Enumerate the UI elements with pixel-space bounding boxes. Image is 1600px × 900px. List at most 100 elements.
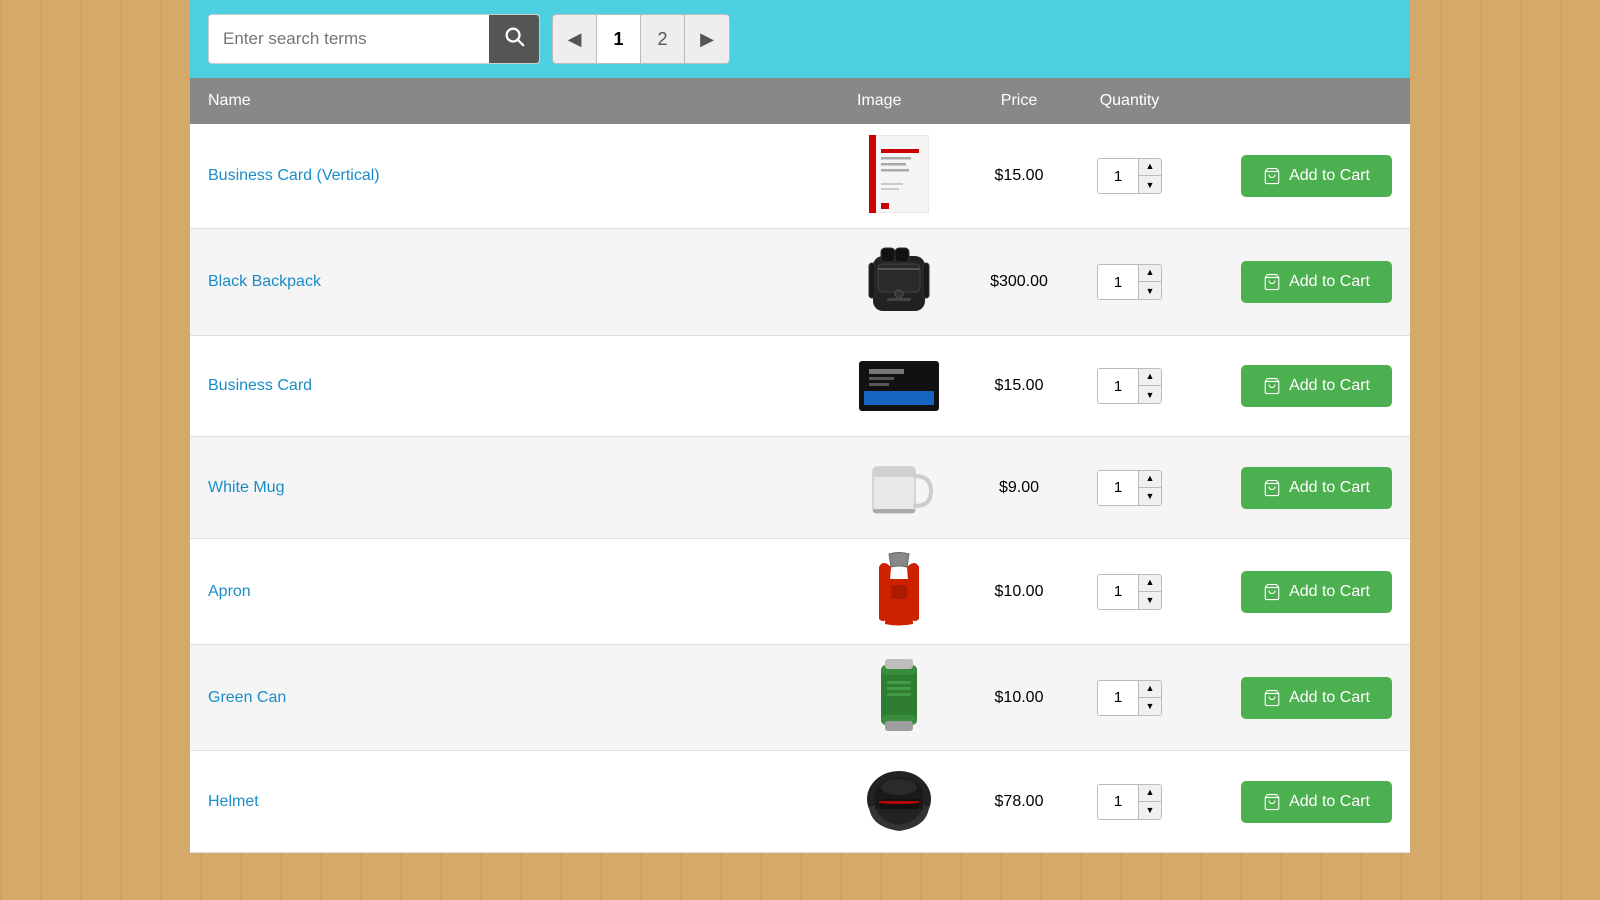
product-name-link-green-can[interactable]: Green Can <box>208 689 286 706</box>
col-header-action <box>1180 78 1410 124</box>
table-row: Black Backpack $300.00 ▲ <box>190 229 1410 336</box>
table-header-row: Name Image Price Quantity <box>190 78 1410 124</box>
product-quantity-cell: ▲ ▼ <box>1079 437 1180 539</box>
product-name-cell: Business Card (Vertical) <box>190 124 839 229</box>
col-header-quantity: Quantity <box>1079 78 1180 124</box>
search-wrapper <box>208 14 540 64</box>
qty-down-business-card-vertical[interactable]: ▼ <box>1139 176 1161 194</box>
quantity-wrapper-white-mug: ▲ ▼ <box>1097 470 1162 506</box>
product-action-cell: Add to Cart <box>1180 645 1410 751</box>
qty-down-black-backpack[interactable]: ▼ <box>1139 282 1161 300</box>
quantity-input-black-backpack[interactable] <box>1098 264 1138 300</box>
add-to-cart-button-helmet[interactable]: Add to Cart <box>1241 781 1392 823</box>
add-to-cart-button-green-can[interactable]: Add to Cart <box>1241 677 1392 719</box>
product-image-business-card <box>859 346 939 426</box>
pagination-next[interactable]: ▶ <box>685 14 729 64</box>
product-image-business-card-vertical <box>859 134 939 214</box>
quantity-input-green-can[interactable] <box>1098 680 1138 716</box>
product-action-cell: Add to Cart <box>1180 751 1410 853</box>
product-quantity-cell: ▲ ▼ <box>1079 229 1180 336</box>
qty-up-black-backpack[interactable]: ▲ <box>1139 264 1161 282</box>
qty-spinners-white-mug: ▲ ▼ <box>1138 470 1161 506</box>
product-image-black-backpack <box>859 239 939 319</box>
product-name-cell: Helmet <box>190 751 839 853</box>
qty-spinners-business-card: ▲ ▼ <box>1138 368 1161 404</box>
main-container: ◀ 1 2 ▶ Name Image Price Quantity Busine… <box>190 0 1410 853</box>
qty-down-apron[interactable]: ▼ <box>1139 592 1161 610</box>
search-button[interactable] <box>489 14 539 64</box>
product-action-cell: Add to Cart <box>1180 336 1410 437</box>
cart-icon <box>1263 689 1281 707</box>
product-name-cell: Business Card <box>190 336 839 437</box>
product-price-cell: $78.00 <box>959 751 1079 853</box>
table-row: Business Card $15.00 ▲ ▼ <box>190 336 1410 437</box>
add-to-cart-button-business-card-vertical[interactable]: Add to Cart <box>1241 155 1392 197</box>
quantity-input-business-card[interactable] <box>1098 368 1138 404</box>
qty-up-business-card[interactable]: ▲ <box>1139 368 1161 386</box>
product-image-apron <box>859 549 939 629</box>
product-image-cell <box>839 751 959 853</box>
qty-up-white-mug[interactable]: ▲ <box>1139 470 1161 488</box>
pagination-page-1[interactable]: 1 <box>597 14 641 64</box>
product-name-link-black-backpack[interactable]: Black Backpack <box>208 273 321 290</box>
cart-icon <box>1263 479 1281 497</box>
pagination-prev[interactable]: ◀ <box>553 14 597 64</box>
col-header-name: Name <box>190 78 839 124</box>
product-name-cell: Apron <box>190 539 839 645</box>
header-bar: ◀ 1 2 ▶ <box>190 0 1410 78</box>
product-action-cell: Add to Cart <box>1180 437 1410 539</box>
table-row: Helmet $78.00 ▲ ▼ <box>190 751 1410 853</box>
table-row: Green Can $10.00 ▲ ▼ <box>190 645 1410 751</box>
product-price-cell: $9.00 <box>959 437 1079 539</box>
search-input[interactable] <box>209 15 489 63</box>
qty-down-green-can[interactable]: ▼ <box>1139 698 1161 716</box>
product-quantity-cell: ▲ ▼ <box>1079 645 1180 751</box>
table-row: Business Card (Vertical) $15.00 <box>190 124 1410 229</box>
quantity-wrapper-business-card-vertical: ▲ ▼ <box>1097 158 1162 194</box>
add-to-cart-button-black-backpack[interactable]: Add to Cart <box>1241 261 1392 303</box>
qty-up-green-can[interactable]: ▲ <box>1139 680 1161 698</box>
product-price-cell: $10.00 <box>959 645 1079 751</box>
qty-up-apron[interactable]: ▲ <box>1139 574 1161 592</box>
quantity-input-helmet[interactable] <box>1098 784 1138 820</box>
cart-icon <box>1263 167 1281 185</box>
qty-up-business-card-vertical[interactable]: ▲ <box>1139 158 1161 176</box>
product-price-cell: $15.00 <box>959 336 1079 437</box>
product-quantity-cell: ▲ ▼ <box>1079 751 1180 853</box>
add-to-cart-label: Add to Cart <box>1289 377 1370 395</box>
qty-spinners-black-backpack: ▲ ▼ <box>1138 264 1161 300</box>
product-action-cell: Add to Cart <box>1180 539 1410 645</box>
qty-spinners-apron: ▲ ▼ <box>1138 574 1161 610</box>
qty-down-white-mug[interactable]: ▼ <box>1139 488 1161 506</box>
quantity-input-white-mug[interactable] <box>1098 470 1138 506</box>
product-name-link-apron[interactable]: Apron <box>208 583 251 600</box>
product-image-cell <box>839 229 959 336</box>
add-to-cart-button-white-mug[interactable]: Add to Cart <box>1241 467 1392 509</box>
add-to-cart-label: Add to Cart <box>1289 583 1370 601</box>
quantity-input-apron[interactable] <box>1098 574 1138 610</box>
add-to-cart-button-apron[interactable]: Add to Cart <box>1241 571 1392 613</box>
product-image-white-mug <box>859 447 939 527</box>
add-to-cart-label: Add to Cart <box>1289 689 1370 707</box>
product-name-link-business-card-vertical[interactable]: Business Card (Vertical) <box>208 167 380 184</box>
product-name-link-business-card[interactable]: Business Card <box>208 377 312 394</box>
quantity-wrapper-apron: ▲ ▼ <box>1097 574 1162 610</box>
add-to-cart-label: Add to Cart <box>1289 793 1370 811</box>
qty-up-helmet[interactable]: ▲ <box>1139 784 1161 802</box>
quantity-wrapper-black-backpack: ▲ ▼ <box>1097 264 1162 300</box>
qty-down-helmet[interactable]: ▼ <box>1139 802 1161 820</box>
search-icon <box>503 25 525 53</box>
product-name-link-helmet[interactable]: Helmet <box>208 793 259 810</box>
quantity-input-business-card-vertical[interactable] <box>1098 158 1138 194</box>
add-to-cart-label: Add to Cart <box>1289 479 1370 497</box>
product-quantity-cell: ▲ ▼ <box>1079 539 1180 645</box>
pagination: ◀ 1 2 ▶ <box>552 14 730 64</box>
product-price-cell: $15.00 <box>959 124 1079 229</box>
table-row: White Mug $9.00 ▲ ▼ <box>190 437 1410 539</box>
add-to-cart-button-business-card[interactable]: Add to Cart <box>1241 365 1392 407</box>
product-name-link-white-mug[interactable]: White Mug <box>208 479 284 496</box>
product-price-cell: $10.00 <box>959 539 1079 645</box>
pagination-page-2[interactable]: 2 <box>641 14 685 64</box>
product-image-cell <box>839 437 959 539</box>
qty-down-business-card[interactable]: ▼ <box>1139 386 1161 404</box>
